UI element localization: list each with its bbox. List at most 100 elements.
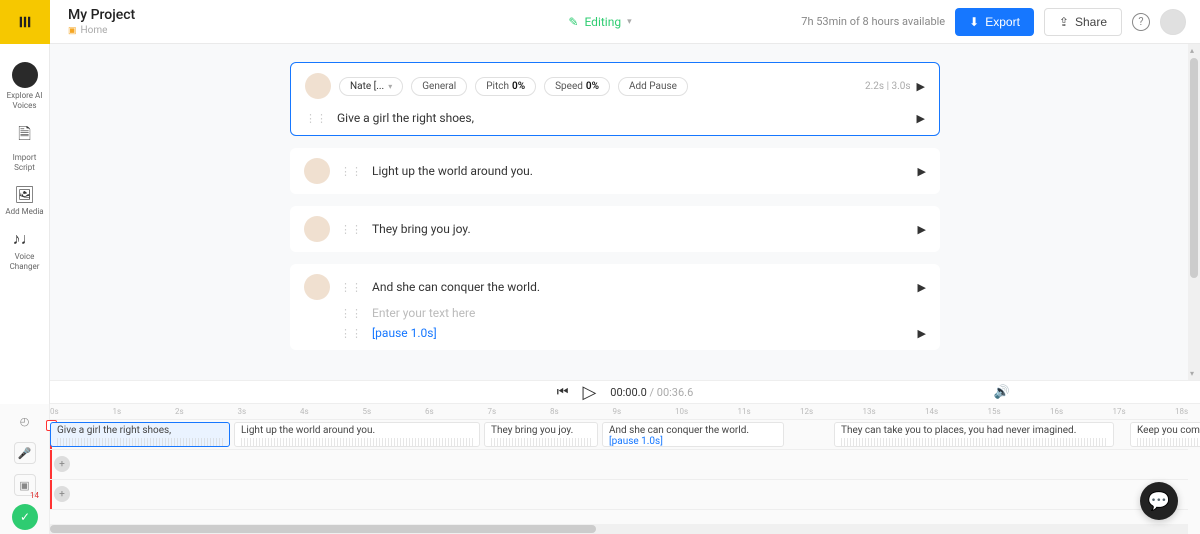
horizontal-scrollbar[interactable]	[50, 524, 1188, 534]
add-clip-button[interactable]: +	[54, 486, 70, 502]
block-text[interactable]: And she can conquer the world.	[372, 280, 908, 294]
timeline-clip[interactable]: They can take you to places, you had nev…	[834, 422, 1114, 447]
help-button[interactable]: ?	[1132, 13, 1150, 31]
chevron-down-icon: ▾	[627, 17, 632, 27]
timeline-clip[interactable]: They bring you joy.	[484, 422, 598, 447]
current-time: 00:00.0	[610, 386, 646, 399]
play-icon[interactable]: ▷	[582, 382, 596, 403]
sidebar-item-import-script[interactable]: 🗎 Import Script	[0, 117, 49, 179]
project-header: My Project ▣ Home	[50, 7, 135, 36]
timeline-tracks: Give a girl the right shoes, Light up the…	[50, 420, 1188, 510]
timeline-clip[interactable]: Light up the world around you.	[234, 422, 480, 447]
media-track-1[interactable]: +	[50, 450, 1188, 480]
mic-icon[interactable]: 🎤	[14, 442, 36, 464]
pause-tag[interactable]: [pause 1.0s]	[372, 326, 437, 340]
block-text[interactable]: Light up the world around you.	[372, 164, 908, 178]
block-body[interactable]: ⋮⋮ Give a girl the right shoes, ▶	[291, 103, 939, 135]
audio-track[interactable]: Give a girl the right shoes, Light up the…	[50, 420, 1188, 450]
pencil-icon: ✎	[568, 15, 578, 29]
app-logo[interactable]	[0, 0, 50, 44]
ruler-tick: 16s	[1050, 407, 1063, 416]
text-block[interactable]: ⋮⋮ Light up the world around you. ▶	[290, 148, 940, 194]
block-text-placeholder[interactable]: Enter your text here	[372, 306, 926, 320]
ruler-tick: 2s	[175, 407, 184, 416]
pitch-pill[interactable]: Pitch 0%	[475, 77, 536, 96]
waveform-icon	[1137, 438, 1200, 446]
drag-handle-icon[interactable]: ⋮⋮	[340, 327, 362, 340]
check-icon[interactable]: ✓	[12, 504, 38, 530]
drag-handle-icon[interactable]: ⋮⋮	[340, 307, 362, 320]
scrollbar-thumb[interactable]	[50, 525, 596, 533]
playback-bar: ⏮ ▷ 00:00.0 / 00:36.6 🔊	[50, 380, 1200, 404]
download-icon: ⬇	[969, 15, 979, 29]
play-icon[interactable]: ▶	[917, 112, 925, 125]
timeline-ruler[interactable]: 0s1s2s3s4s5s6s7s8s9s10s11s12s13s14s15s16…	[50, 404, 1188, 420]
text-block-expanded[interactable]: ⋮⋮ And she can conquer the world. ▶ ⋮⋮ E…	[290, 264, 940, 350]
waveform-icon	[491, 438, 591, 446]
timeline-main: 0s1s2s3s4s5s6s7s8s9s10s11s12s13s14s15s16…	[50, 404, 1188, 534]
document-icon: 🗎	[18, 123, 31, 150]
waveform-icon	[241, 438, 473, 446]
text-block-active[interactable]: Nate [... ▾ General Pitch 0% Speed 0% Ad…	[290, 62, 940, 136]
media-icon: 🖼	[14, 185, 34, 204]
logo-icon	[16, 13, 34, 31]
chevron-down-icon[interactable]: ▾	[1190, 369, 1194, 378]
ruler-tick: 12s	[800, 407, 813, 416]
play-icon[interactable]: ▶	[918, 223, 926, 236]
general-pill[interactable]: General	[411, 77, 467, 96]
voice-avatar	[304, 274, 330, 300]
speed-value: 0%	[586, 81, 599, 92]
chevron-up-icon[interactable]: ▴	[1190, 46, 1194, 55]
timer-icon[interactable]: ◴	[14, 410, 36, 432]
skip-back-icon[interactable]: ⏮	[557, 385, 569, 400]
timeline-clip[interactable]: Give a girl the right shoes,	[50, 422, 230, 447]
block-text[interactable]: They bring you joy.	[372, 222, 908, 236]
status-indicator[interactable]: ✎ Editing ▾	[568, 15, 631, 29]
pitch-label: Pitch	[486, 81, 509, 92]
play-icon[interactable]: ▶	[917, 80, 925, 93]
clip-text: Light up the world around you.	[241, 425, 375, 436]
media-track-2[interactable]: +	[50, 480, 1188, 510]
add-clip-button[interactable]: +	[54, 456, 70, 472]
add-pause-button[interactable]: Add Pause	[618, 77, 688, 96]
speed-pill[interactable]: Speed 0%	[544, 77, 610, 96]
ruler-tick: 1s	[113, 407, 122, 416]
ruler-tick: 18s	[1175, 407, 1188, 416]
sidebar-item-add-media[interactable]: 🖼 Add Media	[3, 179, 45, 223]
drag-handle-icon[interactable]: ⋮⋮	[340, 223, 362, 236]
drag-handle-icon[interactable]: ⋮⋮	[340, 165, 362, 178]
block-text[interactable]: Give a girl the right shoes,	[337, 111, 907, 125]
voice-name: Nate [...	[350, 81, 384, 92]
breadcrumb-home: Home	[81, 25, 108, 36]
ruler-tick: 11s	[738, 407, 751, 416]
chat-button[interactable]: 💬	[1140, 482, 1178, 520]
play-icon[interactable]: ▶	[918, 327, 926, 340]
breadcrumb[interactable]: ▣ Home	[68, 25, 135, 36]
sidebar-label: Import Script	[2, 153, 47, 173]
status-label: Editing	[584, 15, 621, 29]
timeline-tools: ◴ 🎤 ▣ 14 ✓	[0, 404, 50, 534]
sidebar-item-voice-changer[interactable]: ♪♩ Voice Changer	[0, 223, 49, 278]
vertical-scrollbar[interactable]: ▴ ▾	[1188, 44, 1200, 380]
volume-icon[interactable]: 🔊	[994, 385, 1010, 400]
text-block[interactable]: ⋮⋮ They bring you joy. ▶	[290, 206, 940, 252]
voice-selector[interactable]: Nate [... ▾	[339, 77, 403, 96]
project-title[interactable]: My Project	[68, 7, 135, 23]
share-button[interactable]: ⇪ Share	[1044, 8, 1122, 36]
timeline-clip[interactable]: Keep you com	[1130, 422, 1200, 447]
play-icon[interactable]: ▶	[918, 281, 926, 294]
pitch-value: 0%	[512, 81, 525, 92]
ruler-tick: 0s	[50, 407, 59, 416]
scrollbar-thumb[interactable]	[1190, 58, 1198, 278]
sidebar-item-explore-voices[interactable]: Explore AI Voices	[0, 56, 49, 117]
voice-avatar	[304, 216, 330, 242]
user-avatar[interactable]	[1160, 9, 1186, 35]
drag-handle-icon[interactable]: ⋮⋮	[340, 281, 362, 294]
ruler-tick: 6s	[425, 407, 434, 416]
top-right-actions: 7h 53min of 8 hours available ⬇ Export ⇪…	[801, 8, 1200, 36]
drag-handle-icon[interactable]: ⋮⋮	[305, 112, 327, 125]
export-button[interactable]: ⬇ Export	[955, 8, 1034, 36]
clip-text: Keep you com	[1137, 425, 1200, 436]
play-icon[interactable]: ▶	[918, 165, 926, 178]
timeline-clip[interactable]: And she can conquer the world. [pause 1.…	[602, 422, 784, 447]
